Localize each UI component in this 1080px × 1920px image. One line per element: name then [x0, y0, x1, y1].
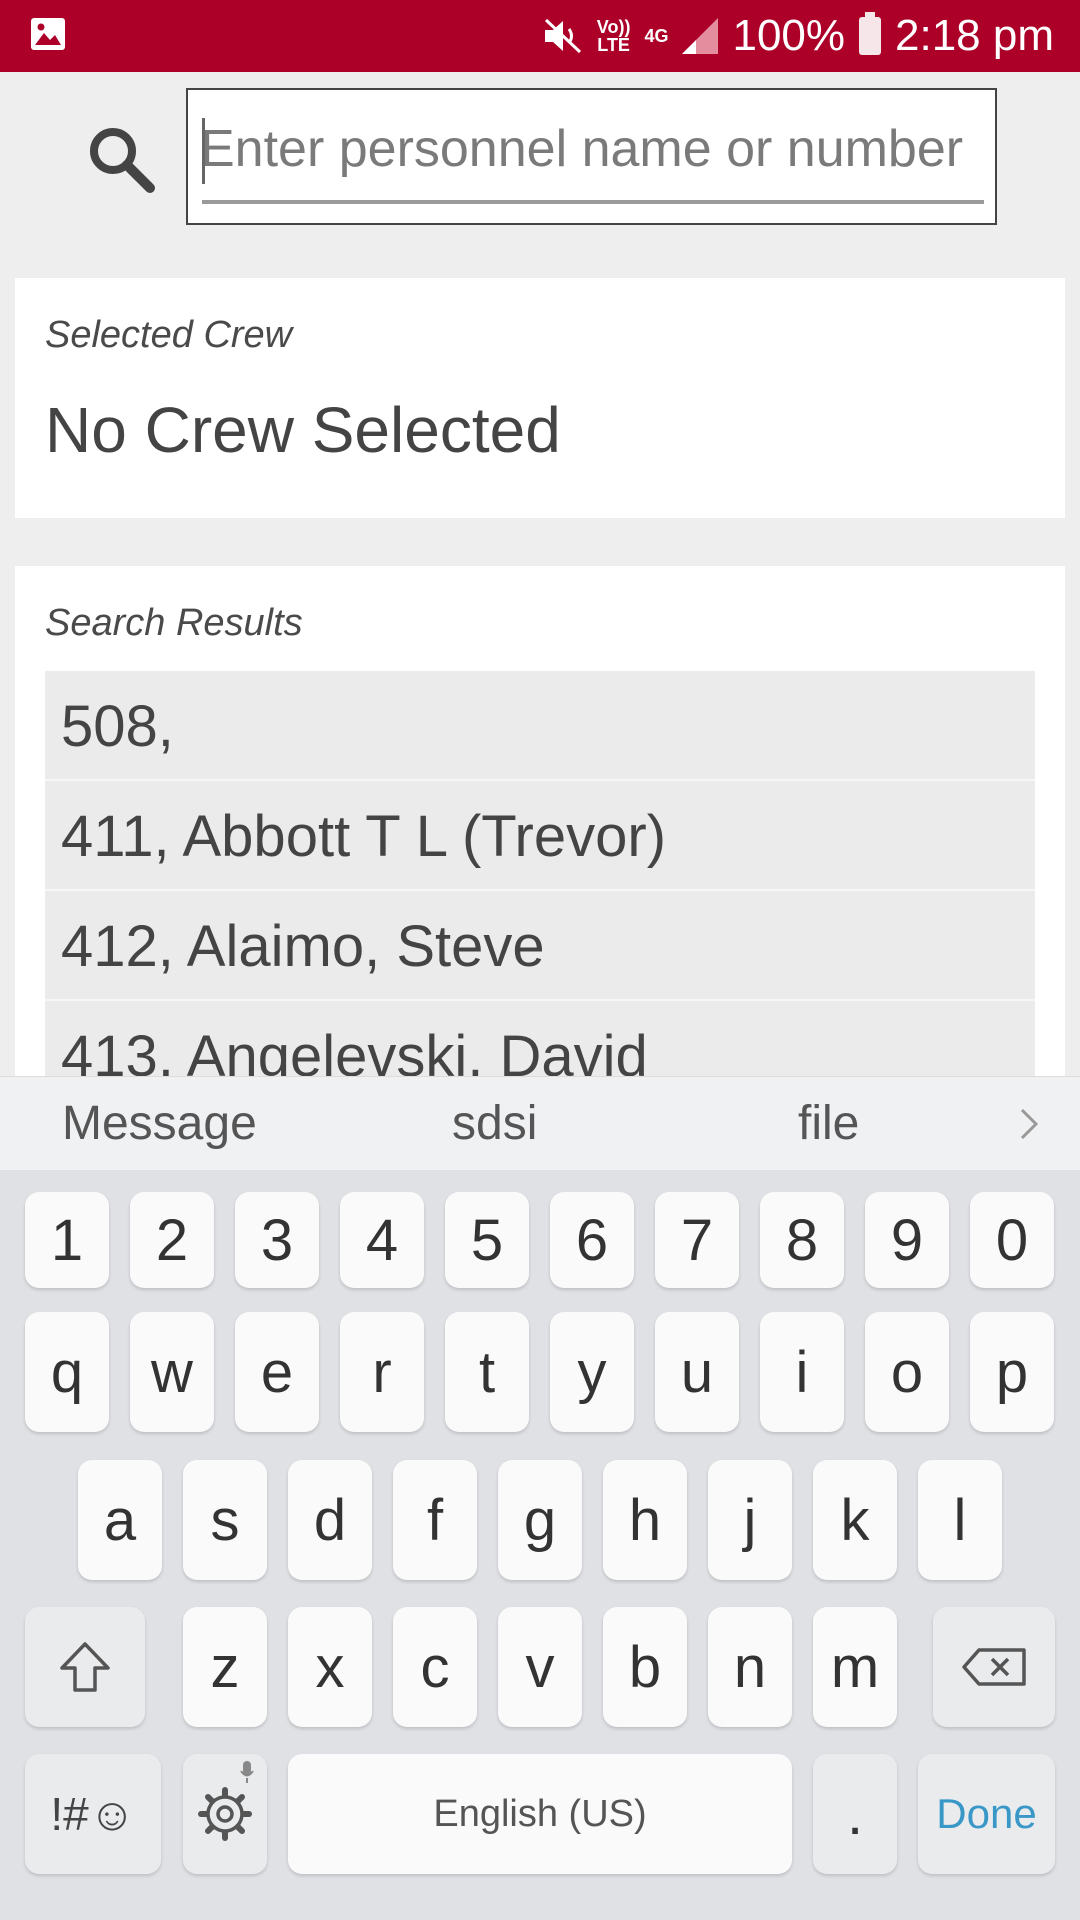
search-icon[interactable] — [86, 124, 156, 194]
network-indicator: Vo)) LTE — [596, 17, 631, 55]
done-key[interactable]: Done — [918, 1754, 1055, 1874]
suggestion-bar: Message sdsi file — [0, 1076, 1080, 1171]
key-e[interactable]: e — [235, 1312, 319, 1432]
key-j[interactable]: j — [708, 1460, 792, 1580]
key-4[interactable]: 4 — [340, 1192, 424, 1288]
mute-icon — [544, 18, 581, 54]
battery-icon — [859, 12, 882, 55]
key-0[interactable]: 0 — [970, 1192, 1054, 1288]
text-caret — [202, 118, 205, 184]
key-1[interactable]: 1 — [25, 1192, 109, 1288]
key-k[interactable]: k — [813, 1460, 897, 1580]
list-item[interactable]: 508, — [45, 671, 1035, 781]
suggestion-item[interactable]: sdsi — [452, 1077, 537, 1171]
key-v[interactable]: v — [498, 1607, 582, 1727]
search-results-card: Search Results 508, 411, Abbott T L (Tre… — [15, 566, 1065, 1076]
symbols-key[interactable]: !#☺ — [25, 1754, 161, 1874]
search-results-label: Search Results — [45, 602, 303, 644]
backspace-icon — [962, 1648, 1026, 1686]
key-7[interactable]: 7 — [655, 1192, 739, 1288]
key-x[interactable]: x — [288, 1607, 372, 1727]
key-6[interactable]: 6 — [550, 1192, 634, 1288]
key-8[interactable]: 8 — [760, 1192, 844, 1288]
clock: 2:18 pm — [895, 11, 1054, 60]
results-list: 508, 411, Abbott T L (Trevor) 412, Alaim… — [45, 671, 1035, 1076]
chevron-right-icon[interactable] — [1012, 1107, 1046, 1141]
key-b[interactable]: b — [603, 1607, 687, 1727]
search-underline — [202, 200, 984, 204]
signal-icon — [682, 18, 719, 54]
key-p[interactable]: p — [970, 1312, 1054, 1432]
settings-icon — [198, 1787, 252, 1841]
key-h[interactable]: h — [603, 1460, 687, 1580]
key-r[interactable]: r — [340, 1312, 424, 1432]
key-z[interactable]: z — [183, 1607, 267, 1727]
mic-icon — [240, 1761, 254, 1783]
key-n[interactable]: n — [708, 1607, 792, 1727]
keyboard: 1 2 3 4 5 6 7 8 9 0 q w e r t y u i o p … — [0, 1170, 1080, 1920]
shift-icon — [60, 1642, 110, 1692]
key-9[interactable]: 9 — [865, 1192, 949, 1288]
selected-crew-card: Selected Crew No Crew Selected — [15, 278, 1065, 518]
key-y[interactable]: y — [550, 1312, 634, 1432]
key-u[interactable]: u — [655, 1312, 739, 1432]
battery-percent: 100% — [732, 11, 846, 60]
key-g[interactable]: g — [498, 1460, 582, 1580]
key-s[interactable]: s — [183, 1460, 267, 1580]
suggestion-item[interactable]: file — [798, 1077, 859, 1171]
key-m[interactable]: m — [813, 1607, 897, 1727]
key-t[interactable]: t — [445, 1312, 529, 1432]
key-o[interactable]: o — [865, 1312, 949, 1432]
search-field[interactable] — [186, 88, 997, 225]
key-q[interactable]: q — [25, 1312, 109, 1432]
key-w[interactable]: w — [130, 1312, 214, 1432]
key-c[interactable]: c — [393, 1607, 477, 1727]
selected-crew-label: Selected Crew — [45, 314, 293, 356]
settings-key[interactable] — [183, 1754, 267, 1874]
list-item[interactable]: 413, Angelevski, David — [45, 1001, 1035, 1076]
gallery-icon — [31, 18, 65, 50]
shift-key[interactable] — [25, 1607, 145, 1727]
key-2[interactable]: 2 — [130, 1192, 214, 1288]
period-key[interactable]: . — [813, 1754, 897, 1874]
key-f[interactable]: f — [393, 1460, 477, 1580]
data-type-indicator: 4G — [644, 26, 669, 46]
key-d[interactable]: d — [288, 1460, 372, 1580]
suggestion-item[interactable]: Message — [62, 1077, 257, 1171]
space-key[interactable]: English (US) — [288, 1754, 792, 1874]
key-i[interactable]: i — [760, 1312, 844, 1432]
backspace-key[interactable] — [933, 1607, 1055, 1727]
key-3[interactable]: 3 — [235, 1192, 319, 1288]
search-input[interactable] — [200, 108, 980, 190]
list-item[interactable]: 412, Alaimo, Steve — [45, 891, 1035, 1001]
list-item[interactable]: 411, Abbott T L (Trevor) — [45, 781, 1035, 891]
key-5[interactable]: 5 — [445, 1192, 529, 1288]
status-bar: Vo)) LTE 4G 100% 2:18 pm — [0, 0, 1080, 72]
key-a[interactable]: a — [78, 1460, 162, 1580]
key-l[interactable]: l — [918, 1460, 1002, 1580]
selected-crew-value: No Crew Selected — [45, 394, 561, 466]
